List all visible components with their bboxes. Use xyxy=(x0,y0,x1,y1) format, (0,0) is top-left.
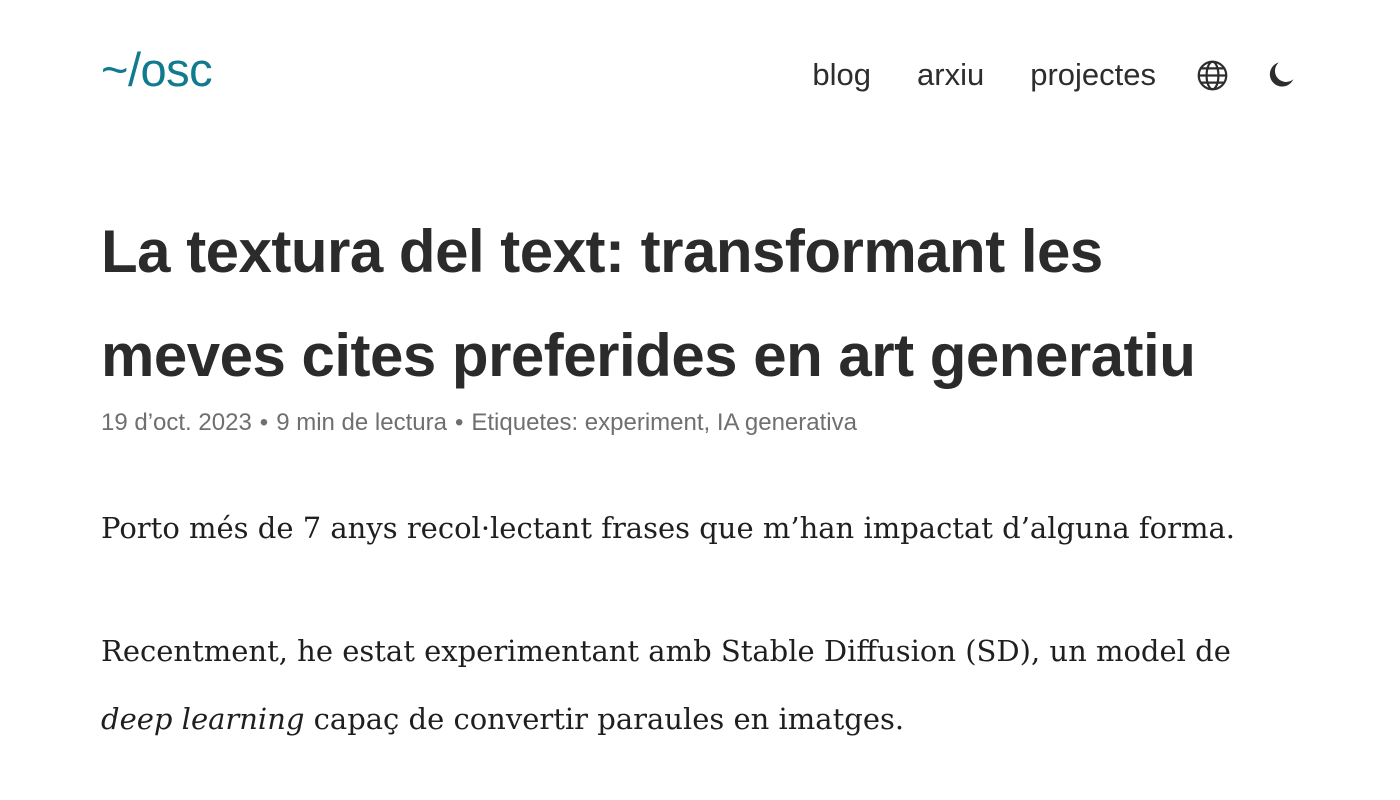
article-date: 19 d’oct. 2023 xyxy=(101,409,252,436)
nav-link-blog[interactable]: blog xyxy=(812,52,871,98)
meta-separator: • xyxy=(259,409,269,436)
tag-separator: , xyxy=(703,409,711,436)
article-meta: 19 d’oct. 2023 • 9 min de lectura • Etiquete… xyxy=(101,405,857,441)
tags-label: Etiquetes: xyxy=(471,409,579,436)
paragraph-text: Recentment, he estat experimentant amb S… xyxy=(101,634,1231,668)
main-nav: blog arxiu projectes xyxy=(812,52,1300,98)
article-paragraph: Porto més de 7 anys recol·lectant frases… xyxy=(101,511,1235,545)
emphasis-text: deep learning xyxy=(101,702,305,736)
nav-link-projectes[interactable]: projectes xyxy=(1030,52,1156,98)
globe-icon[interactable] xyxy=(1194,57,1230,93)
nav-link-arxiu[interactable]: arxiu xyxy=(917,52,984,98)
tag-link-ia-generativa[interactable]: IA generativa xyxy=(717,409,857,436)
moon-icon[interactable] xyxy=(1264,57,1300,93)
site-logo[interactable]: ~/osc xyxy=(101,40,213,100)
reading-time: 9 min de lectura xyxy=(276,409,447,436)
article-paragraph: Recentment, he estat experimentant amb S… xyxy=(101,617,1301,753)
paragraph-text: capaç de convertir paraules en imatges. xyxy=(304,702,905,736)
tag-link-experiment[interactable]: experiment xyxy=(585,409,704,436)
article-title: La textura del text: transformant les me… xyxy=(101,218,1196,389)
meta-separator: • xyxy=(454,409,464,436)
